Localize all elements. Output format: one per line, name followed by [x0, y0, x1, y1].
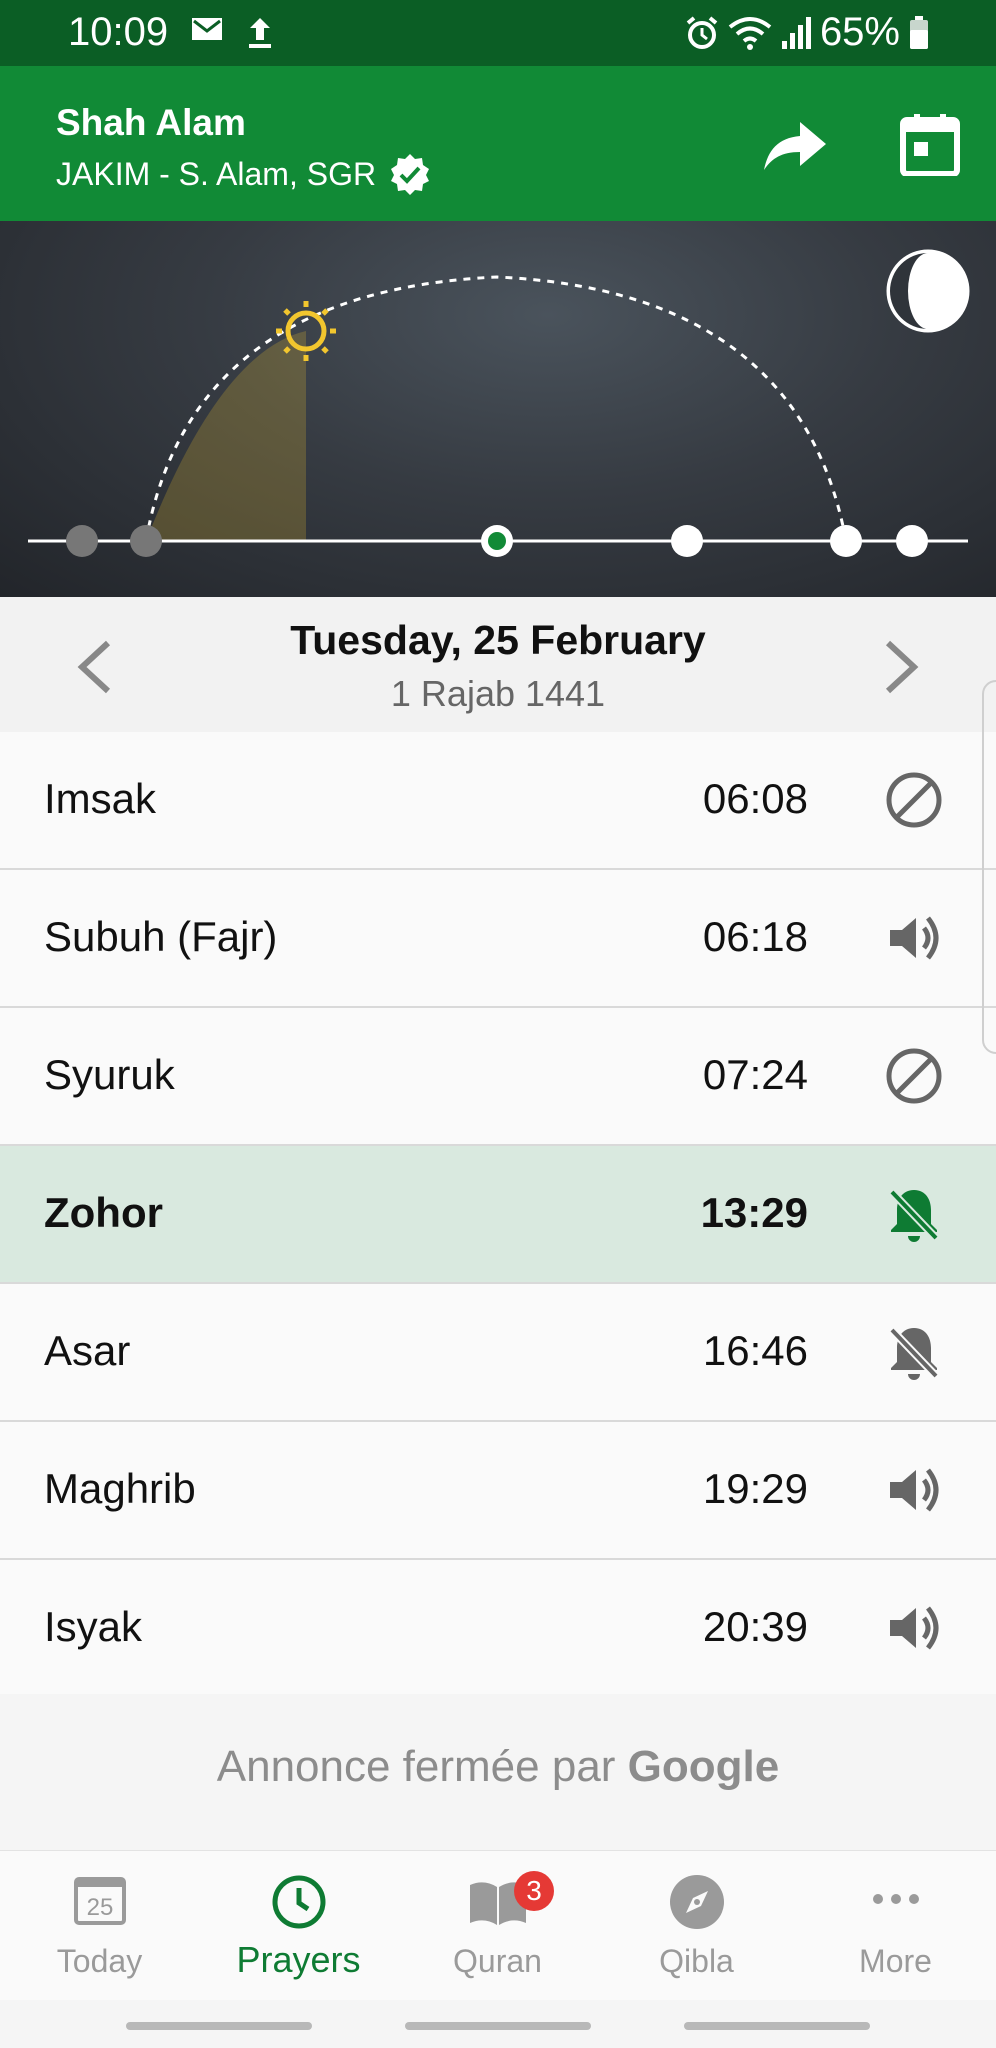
- ad-banner: Annonce fermée par Google: [0, 1694, 996, 1850]
- prayer-row-imsak[interactable]: Imsak 06:08: [0, 732, 996, 870]
- more-dots-icon: [872, 1894, 919, 1904]
- prayer-time: 06:18: [702, 913, 808, 960]
- compass-icon: [669, 1875, 724, 1929]
- prayer-time: 13:29: [700, 1189, 808, 1236]
- prayer-time: 16:46: [702, 1327, 808, 1374]
- prayer-time: 07:24: [702, 1051, 808, 1098]
- prayer-time: 19:29: [702, 1465, 808, 1512]
- prayer-times-list: Imsak 06:08 Subuh (Fajr) 06:18 Syuruk 07…: [0, 732, 996, 1698]
- notification-off-icon[interactable]: [884, 1046, 944, 1106]
- date-navigator: Tuesday, 25 February 1 Rajab 1441: [0, 597, 996, 732]
- prayer-row-maghrib[interactable]: Maghrib 19:29: [0, 1422, 996, 1560]
- prayer-row-isyak[interactable]: Isyak 20:39: [0, 1560, 996, 1698]
- nav-label: Prayers: [236, 1939, 361, 1980]
- ad-closed-text: Annonce fermée par: [216, 1742, 616, 1791]
- marker-asar: [671, 525, 703, 557]
- alarm-icon: [686, 15, 718, 49]
- nav-prayers[interactable]: Prayers: [199, 1851, 398, 2001]
- nav-label: Qibla: [659, 1943, 734, 1979]
- prayer-name: Zohor: [44, 1189, 163, 1236]
- prayer-name: Subuh (Fajr): [44, 913, 278, 960]
- hijri-date: 1 Rajab 1441: [390, 673, 606, 714]
- daylight-elapsed-area: [146, 331, 306, 541]
- upload-icon: [249, 18, 271, 48]
- nav-today[interactable]: 25 Today: [0, 1851, 199, 2001]
- nav-more[interactable]: More: [796, 1851, 995, 2001]
- nav-label: Today: [56, 1943, 143, 1979]
- calendar-icon[interactable]: [900, 112, 960, 176]
- battery-percent: 65%: [819, 10, 900, 54]
- status-time: 10:09: [68, 10, 169, 54]
- volume-icon[interactable]: [884, 1598, 944, 1658]
- prayer-row-subuh[interactable]: Subuh (Fajr) 06:18: [0, 870, 996, 1008]
- prayer-time: 20:39: [702, 1603, 808, 1650]
- status-bar: 10:09 65%: [0, 0, 996, 66]
- verified-icon: [391, 154, 430, 195]
- marker-maghrib: [830, 525, 862, 557]
- prayer-name: Imsak: [44, 775, 157, 822]
- nav-qibla[interactable]: Qibla: [597, 1851, 796, 2001]
- nav-label: Quran: [453, 1943, 542, 1979]
- gregorian-date: Tuesday, 25 February: [290, 617, 706, 663]
- prayer-time: 06:08: [702, 775, 808, 822]
- prayer-row-syuruk[interactable]: Syuruk 07:24: [0, 1008, 996, 1146]
- chevron-right-icon[interactable]: [876, 637, 926, 697]
- battery-icon: [910, 15, 928, 49]
- signal-icon: [781, 16, 811, 49]
- city-name[interactable]: Shah Alam: [56, 102, 246, 144]
- mail-icon: [192, 18, 222, 40]
- notification-off-icon[interactable]: [884, 770, 944, 830]
- gesture-handle: [684, 2022, 870, 2030]
- prayer-name: Isyak: [44, 1603, 143, 1650]
- calendar-25-icon: 25: [73, 1877, 126, 1925]
- app-header: Shah Alam JAKIM - S. Alam, SGR: [0, 66, 996, 221]
- scroll-handle[interactable]: [982, 680, 996, 1054]
- nav-quran[interactable]: 3 Quran: [398, 1851, 597, 2001]
- prayer-name: Syuruk: [44, 1051, 175, 1098]
- bottom-navigation: 25 Today Prayers 3 Quran Qibla More: [0, 1850, 996, 2001]
- prayer-name: Asar: [44, 1327, 131, 1374]
- svg-text:25: 25: [86, 1894, 113, 1921]
- marker-imsak: [66, 525, 98, 557]
- nav-label: More: [859, 1943, 932, 1979]
- gesture-handle: [405, 2022, 591, 2030]
- prayer-row-zohor[interactable]: Zohor 13:29: [0, 1146, 996, 1284]
- ad-brand: Google: [627, 1742, 780, 1791]
- prayer-name: Maghrib: [44, 1465, 196, 1512]
- clock-icon: [272, 1875, 325, 1929]
- share-icon[interactable]: [760, 116, 830, 176]
- prayer-row-asar[interactable]: Asar 16:46: [0, 1284, 996, 1422]
- zone-name[interactable]: JAKIM - S. Alam, SGR: [56, 156, 376, 193]
- marker-isyak: [896, 525, 928, 557]
- volume-icon[interactable]: [884, 1460, 944, 1520]
- volume-icon[interactable]: [884, 908, 944, 968]
- bell-off-icon[interactable]: [884, 1322, 944, 1382]
- notification-badge: 3: [514, 1871, 554, 1911]
- moon-icon: [886, 249, 970, 333]
- wifi-icon: [728, 16, 772, 50]
- gesture-handle: [126, 2022, 312, 2030]
- marker-zohor-inner: [488, 532, 506, 550]
- sun-path-graphic: [0, 221, 996, 597]
- marker-subuh: [130, 525, 162, 557]
- bell-off-icon[interactable]: [884, 1184, 944, 1244]
- gesture-bar: [0, 2000, 996, 2048]
